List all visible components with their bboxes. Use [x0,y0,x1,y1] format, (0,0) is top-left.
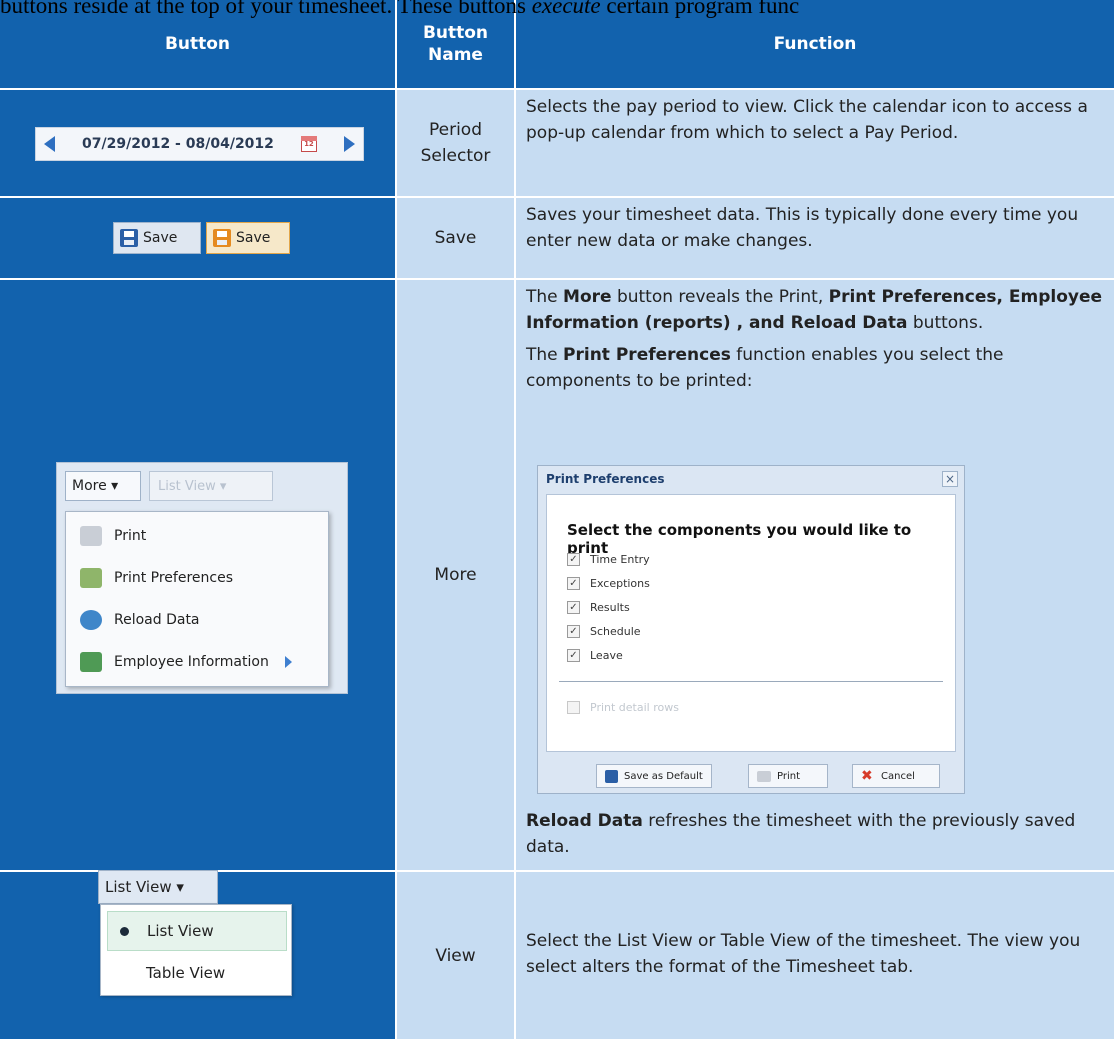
dialog-heading: Select the components you would like to … [567,521,912,557]
checkbox-icon[interactable]: ✓ [567,649,580,662]
intro-text: buttons reside at the top of your timesh… [0,0,800,18]
period-name-cell: Period Selector [397,90,516,198]
period-selector[interactable]: 07/29/2012 - 08/04/2012 12 [35,127,364,161]
checkbox-disabled-icon [567,701,580,714]
checkbox-icon[interactable]: ✓ [567,553,580,566]
more-name: More [434,565,477,585]
option-exceptions[interactable]: ✓ Exceptions [567,577,650,590]
option-print-detail-rows: Print detail rows [567,701,679,714]
dialog-body: Select the components you would like to … [546,494,956,752]
view-dropdown-menu: List View Table View [100,904,292,996]
printer-icon [80,526,102,546]
save-name: Save [434,228,477,248]
floppy-icon [605,769,618,783]
more-button[interactable]: More ▾ [65,471,141,501]
more-menu-screenshot: More ▾ List View ▾ Print Print Preferenc… [56,462,348,694]
print-preferences-icon [80,568,102,588]
divider [559,681,943,682]
cancel-icon: ✖ [861,768,873,784]
period-function-cell: Selects the pay period to view. Click th… [516,90,1116,198]
more-menu: Print Print Preferences Reload Data Empl… [65,511,329,687]
more-function-p2: The Print Preferences function enables y… [526,345,1004,391]
checkbox-icon[interactable]: ✓ [567,577,580,590]
save-name-cell: Save [397,198,516,280]
printer-icon [757,770,771,782]
header-button-name-text: Button Name [422,23,489,65]
checkbox-icon[interactable]: ✓ [567,625,580,638]
menu-item-reload-data[interactable]: Reload Data [66,600,328,640]
view-dropdown-button[interactable]: List View ▾ [98,870,218,904]
view-function-cell: Select the List View or Table View of th… [516,872,1116,1041]
reload-icon [80,610,102,630]
more-name-cell: More [397,280,516,872]
option-results[interactable]: ✓ Results [567,601,630,614]
period-range: 07/29/2012 - 08/04/2012 [82,136,274,152]
chart-icon [80,652,102,672]
dialog-title: Print Preferences [546,472,665,486]
save-button-hover[interactable]: Save [206,222,290,254]
print-preferences-dialog: Print Preferences × Select the component… [537,465,965,794]
view-name-cell: View [397,872,516,1041]
menu-item-print-preferences[interactable]: Print Preferences [66,558,328,598]
cancel-button[interactable]: ✖ Cancel [852,764,940,788]
submenu-arrow-icon [284,656,292,668]
menu-item-list-view[interactable]: List View [107,911,287,951]
calendar-icon[interactable]: 12 [300,136,317,152]
view-dropdown-screenshot: List View ▾ List View Table View [98,870,296,1040]
period-name: Period Selector [420,120,491,166]
more-function-p1: The More button reveals the Print, Print… [526,287,1103,333]
view-function-text: Select the List View or Table View of th… [526,930,1081,977]
close-icon[interactable]: × [942,471,958,487]
menu-item-table-view[interactable]: Table View [107,953,287,993]
print-button[interactable]: Print [748,764,828,788]
menu-item-employee-information[interactable]: Employee Information [66,642,328,682]
view-dropdown-blurred[interactable]: List View ▾ [149,471,273,501]
menu-item-print[interactable]: Print [66,516,328,556]
save-button[interactable]: Save [113,222,201,254]
floppy-icon [120,229,138,247]
selected-dot-icon [120,926,129,936]
option-time-entry[interactable]: ✓ Time Entry [567,553,650,566]
more-function-p3: Reload Data refreshes the timesheet with… [526,811,1076,857]
save-function-text: Saves your timesheet data. This is typic… [526,205,1079,251]
save-function-cell: Saves your timesheet data. This is typic… [516,198,1116,280]
next-period-icon[interactable] [343,136,355,152]
option-schedule[interactable]: ✓ Schedule [567,625,641,638]
save-as-default-button[interactable]: Save as Default [596,764,712,788]
previous-period-icon[interactable] [44,136,55,152]
view-name: View [435,945,476,966]
checkbox-icon[interactable]: ✓ [567,601,580,614]
floppy-icon [213,229,231,247]
period-function-text: Selects the pay period to view. Click th… [526,97,1088,143]
option-leave[interactable]: ✓ Leave [567,649,623,662]
